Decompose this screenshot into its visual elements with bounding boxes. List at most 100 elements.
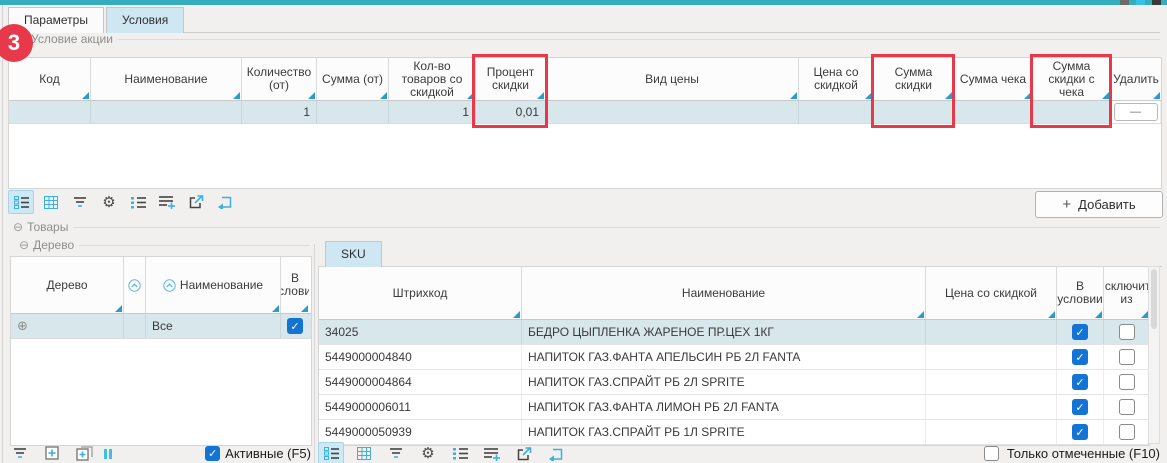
column-header-barcode[interactable]: Штрихкод: [319, 267, 522, 319]
numbered-list-icon[interactable]: [448, 443, 472, 463]
settings-gear-icon[interactable]: ⚙: [416, 443, 440, 463]
sku-row[interactable]: 5449000006011 НАПИТОК ГАЗ.ФАНТА ЛИМОН РБ…: [319, 395, 1149, 420]
sku-row[interactable]: 5449000004864 НАПИТОК ГАЗ.СПРАЙТ РБ 2Л S…: [319, 370, 1149, 395]
app-window: Параметры Условия 3 Условие акции Код На…: [0, 0, 1167, 463]
column-label: В условии: [1057, 280, 1102, 306]
column-header-tree[interactable]: Дерево: [11, 257, 124, 313]
sort-indicator-icon: [308, 92, 315, 99]
filter-icon[interactable]: [68, 191, 92, 213]
only-marked-checkbox[interactable]: [984, 446, 999, 461]
column-header-receipt-sum[interactable]: Сумма чека: [954, 58, 1033, 100]
sku-row[interactable]: 5449000050939 НАПИТОК ГАЗ.СПРАЙТ РБ 1Л S…: [319, 420, 1149, 445]
cell-barcode: 34025: [319, 320, 522, 344]
column-header-tree-name[interactable]: Наименование: [146, 257, 281, 313]
cell-sku-price: [926, 320, 1057, 344]
column-label: Сумма чека: [960, 73, 1026, 86]
column-label: Цена со скидкой: [945, 287, 1037, 300]
exclude-checkbox[interactable]: [1119, 399, 1135, 415]
column-header-delete[interactable]: Удалить: [1111, 58, 1161, 100]
exclude-checkbox[interactable]: [1119, 324, 1135, 340]
cell-sku-price: [926, 420, 1057, 444]
open-external-icon[interactable]: [512, 443, 536, 463]
tab-conditions[interactable]: Условия: [106, 7, 184, 33]
collapse-icon[interactable]: ⊖: [19, 238, 29, 252]
cell-delete: —: [1111, 101, 1161, 123]
in-condition-checkbox[interactable]: [1072, 349, 1088, 365]
cell-tree-expand: ⊕: [11, 314, 124, 338]
in-condition-checkbox[interactable]: [1072, 424, 1088, 440]
condition-group-title: Условие акции: [26, 32, 118, 46]
sku-row[interactable]: 34025 БЕДРО ЦЫПЛЕНКА ЖАРЕНОЕ ПР.ЦЕХ 1КГ: [319, 320, 1149, 345]
exclude-checkbox[interactable]: [1119, 349, 1135, 365]
cell-quantity-from: 1: [242, 101, 317, 123]
column-header-sum-from[interactable]: Сумма (от): [317, 58, 389, 100]
column-label: Код: [39, 73, 59, 86]
cell-sku-name: БЕДРО ЦЫПЛЕНКА ЖАРЕНОЕ ПР.ЦЕХ 1КГ: [522, 320, 926, 344]
scrollbar-thumb[interactable]: [1151, 269, 1157, 329]
column-label: В условии: [281, 272, 309, 298]
column-label: Наименование: [682, 287, 765, 300]
cell-barcode: 5449000004840: [319, 345, 522, 369]
list-view-icon[interactable]: [8, 190, 34, 214]
sort-indicator-icon: [1153, 92, 1160, 99]
only-marked-label: Только отмеченные (F10): [1007, 446, 1160, 461]
add-group-icon[interactable]: [72, 443, 96, 463]
condition-table-row[interactable]: 1 1 0,01 —: [9, 101, 1161, 124]
add-button-label: Добавить: [1078, 197, 1135, 212]
sku-table: Штрихкод Наименование Цена со скидкой В …: [318, 266, 1150, 446]
in-condition-checkbox[interactable]: [1072, 324, 1088, 340]
active-filter-checkbox[interactable]: [205, 446, 220, 461]
add-button[interactable]: + Добавить: [1035, 191, 1163, 218]
exclude-checkbox[interactable]: [1119, 424, 1135, 440]
sku-row[interactable]: 5449000004840 НАПИТОК ГАЗ.ФАНТА АПЕЛЬСИН…: [319, 345, 1149, 370]
in-condition-checkbox[interactable]: [1072, 399, 1088, 415]
filter-icon[interactable]: [8, 443, 32, 463]
in-condition-checkbox[interactable]: [287, 318, 303, 334]
exclude-checkbox[interactable]: [1119, 374, 1135, 390]
open-external-icon[interactable]: [184, 191, 208, 213]
tree-row[interactable]: ⊕ Все: [11, 314, 311, 339]
vertical-scrollbar[interactable]: [1148, 266, 1160, 444]
add-rows-icon[interactable]: [155, 191, 179, 213]
only-marked-filter: Только отмеченные (F10): [984, 444, 1160, 463]
list-view-icon[interactable]: [318, 442, 344, 463]
column-header-discount-price[interactable]: Цена со скидкой: [799, 58, 874, 100]
column-header-discount-goods-count[interactable]: Кол-во товаров со скидкой: [389, 58, 476, 100]
add-item-icon[interactable]: [40, 443, 64, 463]
clipboard-icon[interactable]: [104, 449, 112, 459]
column-header-exclude[interactable]: Исключить из: [1104, 267, 1149, 319]
column-header-sku-name[interactable]: Наименование: [522, 267, 926, 319]
collapse-icon[interactable]: ⊖: [13, 220, 23, 234]
cell-in-condition: [1057, 395, 1104, 419]
tab-sku[interactable]: SKU: [325, 241, 382, 267]
expand-icon[interactable]: ⊕: [17, 318, 28, 334]
refresh-icon[interactable]: [544, 443, 568, 463]
refresh-icon[interactable]: [213, 191, 237, 213]
cell-sku-price: [926, 395, 1057, 419]
grid-view-icon[interactable]: [39, 191, 63, 213]
groupbox-line: [8, 39, 1160, 40]
tree-table: Дерево Наименование В условии ⊕ Все: [10, 256, 312, 446]
in-condition-checkbox[interactable]: [1072, 374, 1088, 390]
numbered-list-icon[interactable]: [126, 191, 150, 213]
grid-view-icon[interactable]: [352, 443, 376, 463]
column-header-in-condition[interactable]: В условии: [281, 257, 309, 313]
delete-row-button[interactable]: —: [1114, 103, 1158, 121]
settings-gear-icon[interactable]: ⚙: [97, 191, 121, 213]
cell-sku-name: НАПИТОК ГАЗ.ФАНТА АПЕЛЬСИН РБ 2Л FANTA: [522, 345, 926, 369]
column-header-quantity-from[interactable]: Количество (от): [242, 58, 317, 100]
filter-icon[interactable]: [384, 443, 408, 463]
column-header-sku-in-condition[interactable]: В условии: [1057, 267, 1104, 319]
annotation-discount-sum-rect: [871, 54, 955, 128]
sku-footer-toolbar: ⚙: [318, 444, 568, 463]
column-header-sku-price[interactable]: Цена со скидкой: [926, 267, 1057, 319]
column-label: Сумма (от): [322, 73, 383, 86]
column-header-sort[interactable]: [124, 257, 146, 313]
sort-indicator-icon: [917, 311, 924, 318]
column-header-price-type[interactable]: Вид цены: [546, 58, 799, 100]
column-header-code[interactable]: Код: [9, 58, 91, 100]
add-rows-icon[interactable]: [480, 443, 504, 463]
window-border: [2, 5, 3, 463]
annotation-discount-percent-rect: [472, 54, 548, 128]
column-header-name[interactable]: Наименование: [91, 58, 242, 100]
